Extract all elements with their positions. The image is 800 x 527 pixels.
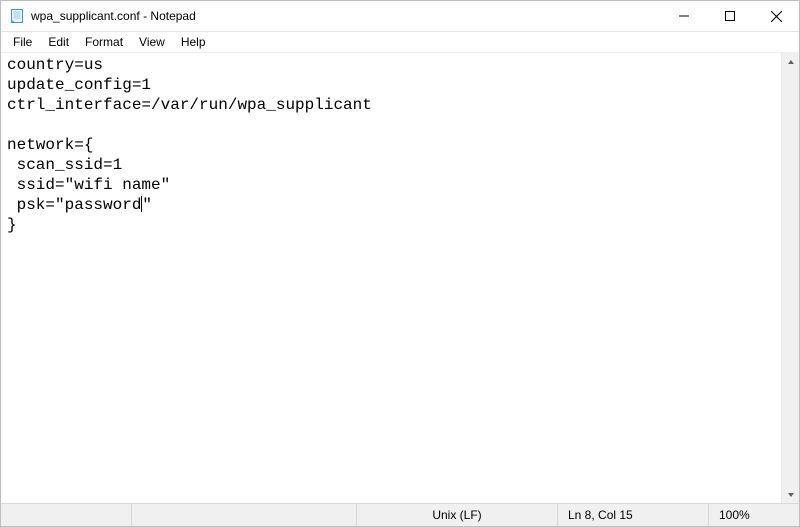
notepad-icon (9, 8, 25, 24)
text-line[interactable]: " (142, 196, 152, 214)
text-caret (141, 196, 142, 212)
status-cursor-position: Ln 8, Col 15 (557, 504, 708, 526)
menu-file[interactable]: File (5, 33, 40, 51)
menu-edit[interactable]: Edit (40, 33, 77, 51)
text-editor[interactable]: country=us update_config=1 ctrl_interfac… (1, 53, 781, 503)
minimize-button[interactable] (661, 1, 707, 31)
menubar: File Edit Format View Help (1, 32, 799, 53)
window-title: wpa_supplicant.conf - Notepad (31, 9, 196, 23)
status-cell-empty2 (131, 504, 356, 526)
text-line[interactable]: ctrl_interface=/var/run/wpa_supplicant (7, 96, 372, 114)
text-line[interactable]: scan_ssid=1 (7, 156, 122, 174)
maximize-button[interactable] (707, 1, 753, 31)
statusbar: Unix (LF) Ln 8, Col 15 100% (1, 503, 799, 526)
vertical-scrollbar[interactable] (781, 53, 799, 503)
titlebar[interactable]: wpa_supplicant.conf - Notepad (1, 1, 799, 32)
text-line[interactable]: update_config=1 (7, 76, 151, 94)
close-button[interactable] (753, 1, 799, 31)
notepad-window: wpa_supplicant.conf - Notepad File Edit … (0, 0, 800, 527)
status-zoom: 100% (708, 504, 799, 526)
text-line[interactable]: country=us (7, 56, 103, 74)
menu-format[interactable]: Format (77, 33, 131, 51)
menu-help[interactable]: Help (173, 33, 214, 51)
scroll-up-button[interactable] (782, 53, 799, 70)
menu-view[interactable]: View (131, 33, 173, 51)
status-cell-empty1 (1, 504, 131, 526)
editor-area: country=us update_config=1 ctrl_interfac… (1, 53, 799, 503)
window-controls (661, 1, 799, 31)
scroll-down-button[interactable] (782, 486, 799, 503)
text-line[interactable]: network={ (7, 136, 93, 154)
status-line-ending: Unix (LF) (356, 504, 557, 526)
text-line[interactable]: } (7, 216, 17, 234)
text-line[interactable]: ssid="wifi name" (7, 176, 170, 194)
text-line[interactable]: psk="password (7, 196, 141, 214)
